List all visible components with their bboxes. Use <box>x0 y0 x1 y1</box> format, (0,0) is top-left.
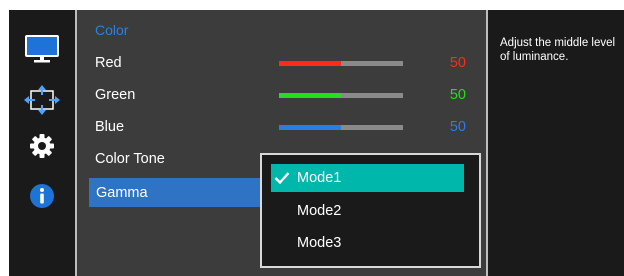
gamma-option-mode2[interactable]: Mode2 <box>271 197 464 225</box>
monitor-icon <box>25 35 59 63</box>
menu-item-blue[interactable]: Blue 50 <box>77 112 486 141</box>
nav-display[interactable] <box>24 85 60 115</box>
help-line-2: of luminance. <box>500 50 569 63</box>
blue-slider-fill <box>279 125 341 130</box>
blue-value: 50 <box>449 118 466 135</box>
gamma-option-mode3[interactable]: Mode3 <box>271 229 464 257</box>
red-value: 50 <box>449 54 466 71</box>
menu-item-gamma[interactable]: Gamma <box>89 178 261 207</box>
color-tone-label: Color Tone <box>95 150 165 167</box>
help-line-1: Adjust the middle level <box>500 37 616 49</box>
help-panel: Adjust the middle level of luminance. <box>488 10 624 276</box>
red-slider[interactable] <box>279 61 403 66</box>
side-nav <box>9 10 75 276</box>
gamma-option-mode1[interactable]: Mode1 <box>271 164 464 192</box>
red-slider-fill <box>279 61 341 66</box>
menu-item-green[interactable]: Green 50 <box>77 80 486 109</box>
info-icon <box>30 184 54 208</box>
option-label: Mode1 <box>297 170 342 186</box>
option-label: Mode3 <box>297 235 342 251</box>
osd-menu: Color Red 50 Green 50 Blue 50 Color Tone… <box>9 10 624 276</box>
menu-header: Color <box>95 22 129 38</box>
nav-information[interactable] <box>24 181 60 211</box>
blue-slider[interactable] <box>279 125 403 130</box>
green-slider-fill <box>279 93 341 98</box>
gamma-dropdown: Mode1 Mode2 Mode3 <box>260 153 481 268</box>
help-text: Adjust the middle level of luminance. <box>500 37 624 64</box>
gear-icon <box>30 134 54 158</box>
red-label: Red <box>95 54 122 71</box>
option-label: Mode2 <box>297 203 342 219</box>
gamma-label: Gamma <box>96 184 148 201</box>
green-slider[interactable] <box>279 93 403 98</box>
nav-picture[interactable] <box>24 34 60 64</box>
resize-arrows-icon <box>24 85 60 115</box>
nav-system[interactable] <box>24 131 60 161</box>
green-label: Green <box>95 86 136 103</box>
green-value: 50 <box>449 86 466 103</box>
blue-label: Blue <box>95 118 125 135</box>
checkmark-icon <box>274 172 290 185</box>
menu-item-red[interactable]: Red 50 <box>77 48 486 77</box>
